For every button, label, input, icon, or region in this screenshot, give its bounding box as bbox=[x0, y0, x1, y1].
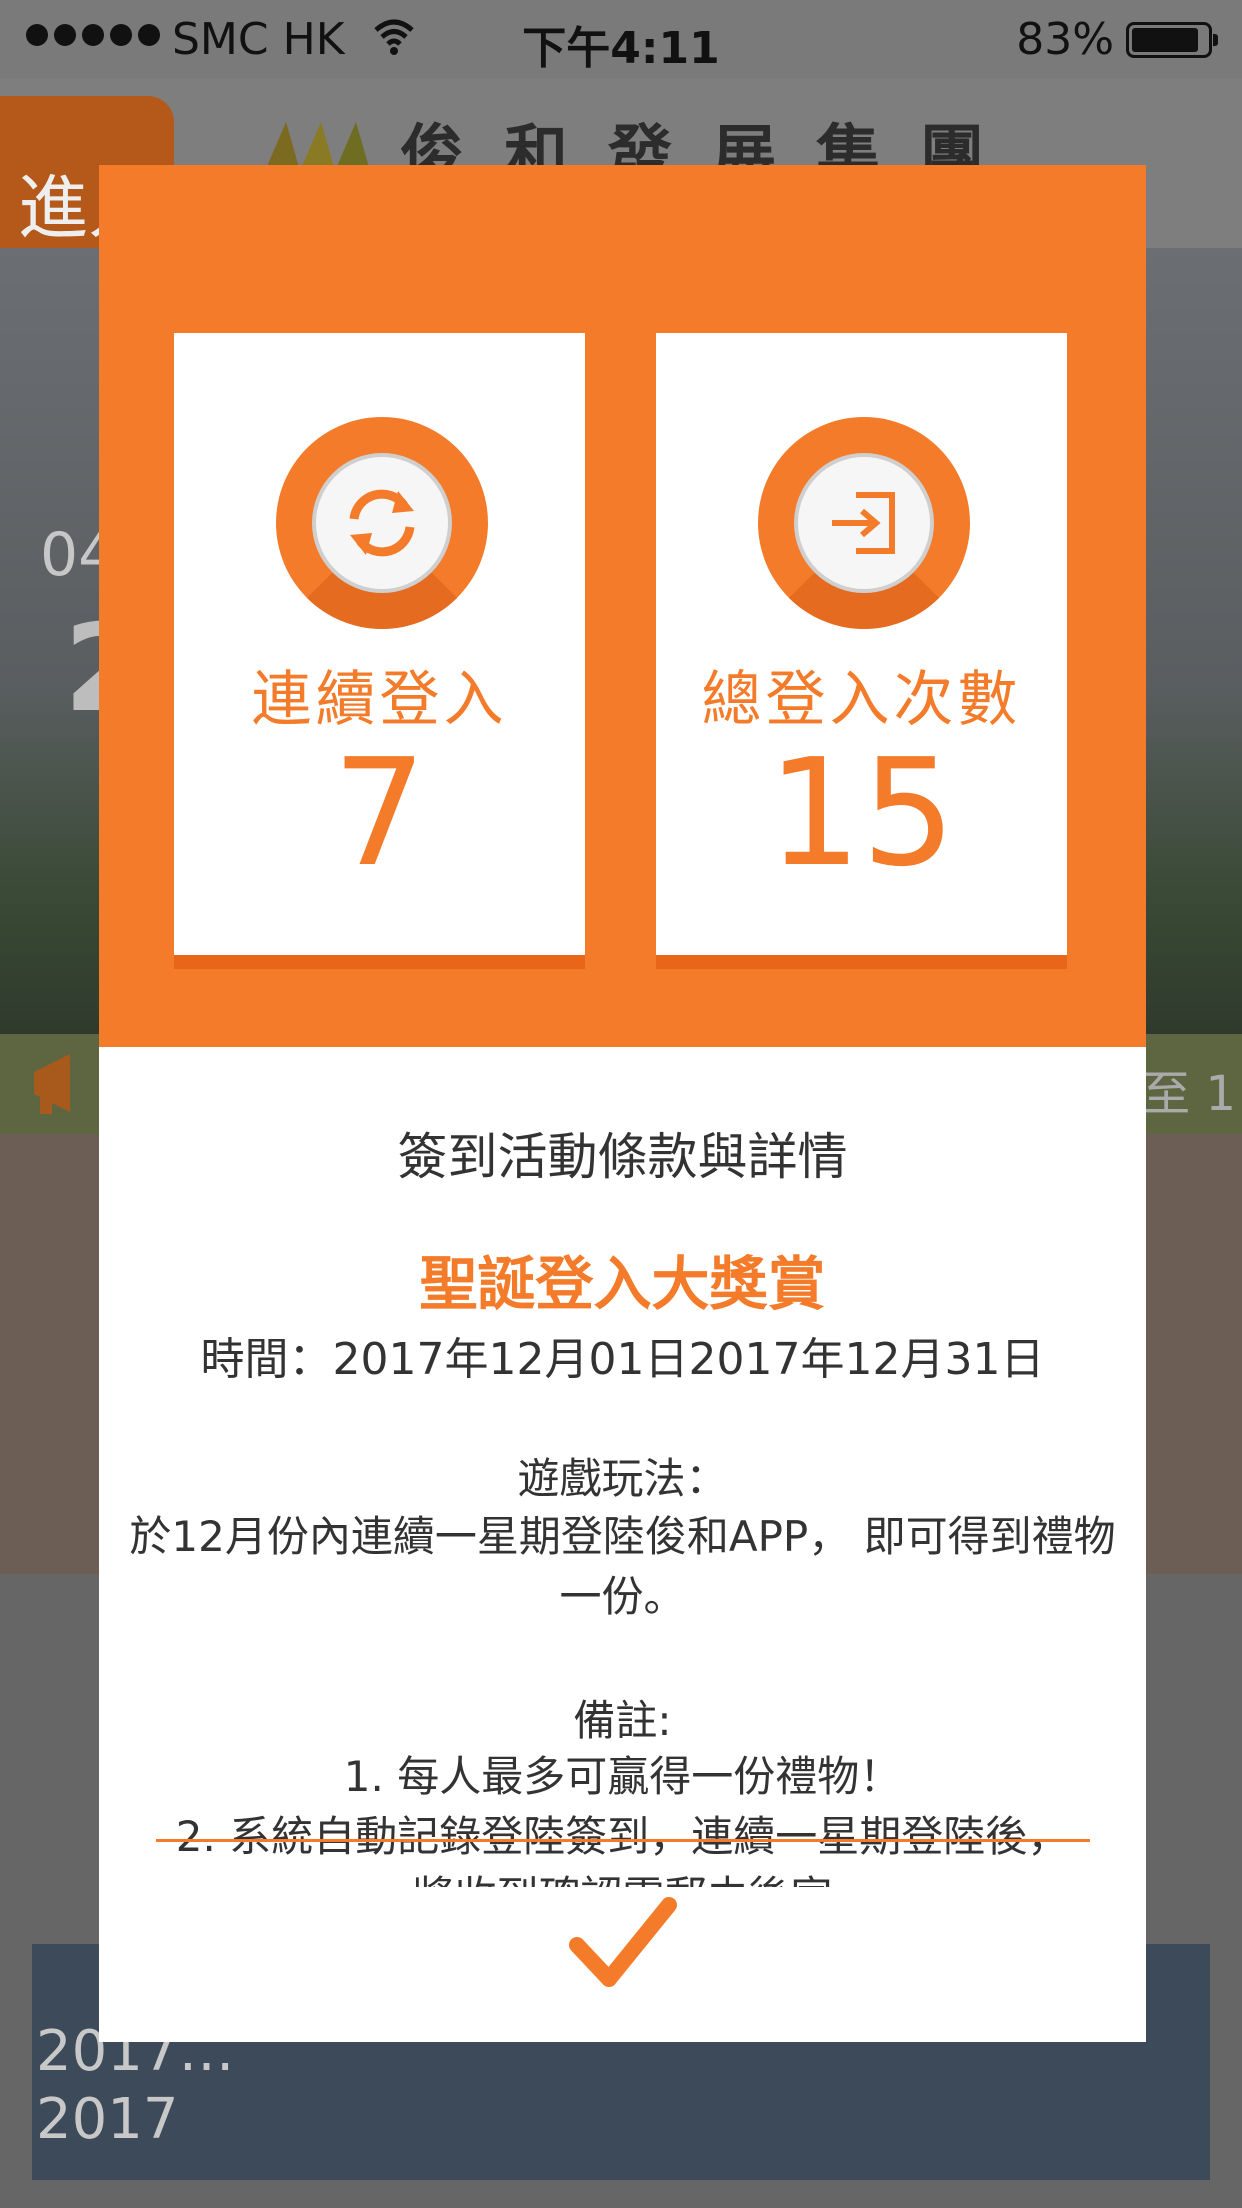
icon-badge bbox=[758, 417, 970, 629]
note-item: 1. 每人最多可贏得一份禮物！ bbox=[343, 1752, 902, 1801]
event-title: 聖誕登入大獎賞 bbox=[419, 1250, 826, 1318]
total-login-card: 總登入次數 15 bbox=[656, 333, 1067, 969]
megaphone-icon bbox=[30, 1048, 94, 1118]
battery-icon bbox=[1126, 22, 1218, 58]
battery-percentage: 83% bbox=[1016, 14, 1114, 65]
news-subtitle-line: 2017 bbox=[36, 2087, 179, 2152]
terms-scroll-area[interactable]: 簽到活動條款與詳情 聖誕登入大獎賞 時間：2017年12月01日2017年12月… bbox=[99, 1047, 1146, 1887]
howto-text: 於12月份內連續一星期登陸俊和APP， 即可得到禮物一份。 bbox=[129, 1512, 1116, 1621]
checkmark-icon bbox=[569, 1897, 677, 1987]
icon-badge bbox=[276, 417, 488, 629]
notes-label: 備註: bbox=[573, 1696, 672, 1745]
checkin-modal: 連續登入 7 總登入次數 15 簽到活動條款與詳情 聖誕登入大獎賞 時間：201… bbox=[99, 165, 1146, 2042]
total-login-label: 總登入次數 bbox=[701, 665, 1022, 735]
total-login-value: 15 bbox=[767, 727, 956, 899]
note-item: 將收到確認電郵由後宣 bbox=[129, 1867, 1116, 1887]
divider bbox=[156, 1839, 1090, 1842]
status-bar: SMC HK 下午4:11 83% bbox=[0, 0, 1242, 78]
confirm-button[interactable] bbox=[569, 1895, 677, 1991]
notes-list: 1. 每人最多可贏得一份禮物！ 2. 系統自動記錄登陸簽到，連續一星期登陸後， … bbox=[129, 1747, 1116, 1887]
event-period: 時間：2017年12月01日2017年12月31日 bbox=[200, 1334, 1045, 1385]
consecutive-login-value: 7 bbox=[332, 727, 427, 899]
consecutive-login-label: 連續登入 bbox=[251, 665, 508, 735]
howto-label: 遊戲玩法： bbox=[517, 1454, 728, 1503]
consecutive-login-card: 連續登入 7 bbox=[174, 333, 585, 969]
stats-header: 連續登入 7 總登入次數 15 bbox=[99, 165, 1146, 1047]
login-icon bbox=[832, 492, 895, 554]
refresh-icon bbox=[349, 489, 415, 557]
note-item: 2. 系統自動記錄登陸簽到，連續一星期登陸後， bbox=[175, 1812, 1070, 1861]
terms-heading: 簽到活動條款與詳情 bbox=[397, 1128, 848, 1186]
